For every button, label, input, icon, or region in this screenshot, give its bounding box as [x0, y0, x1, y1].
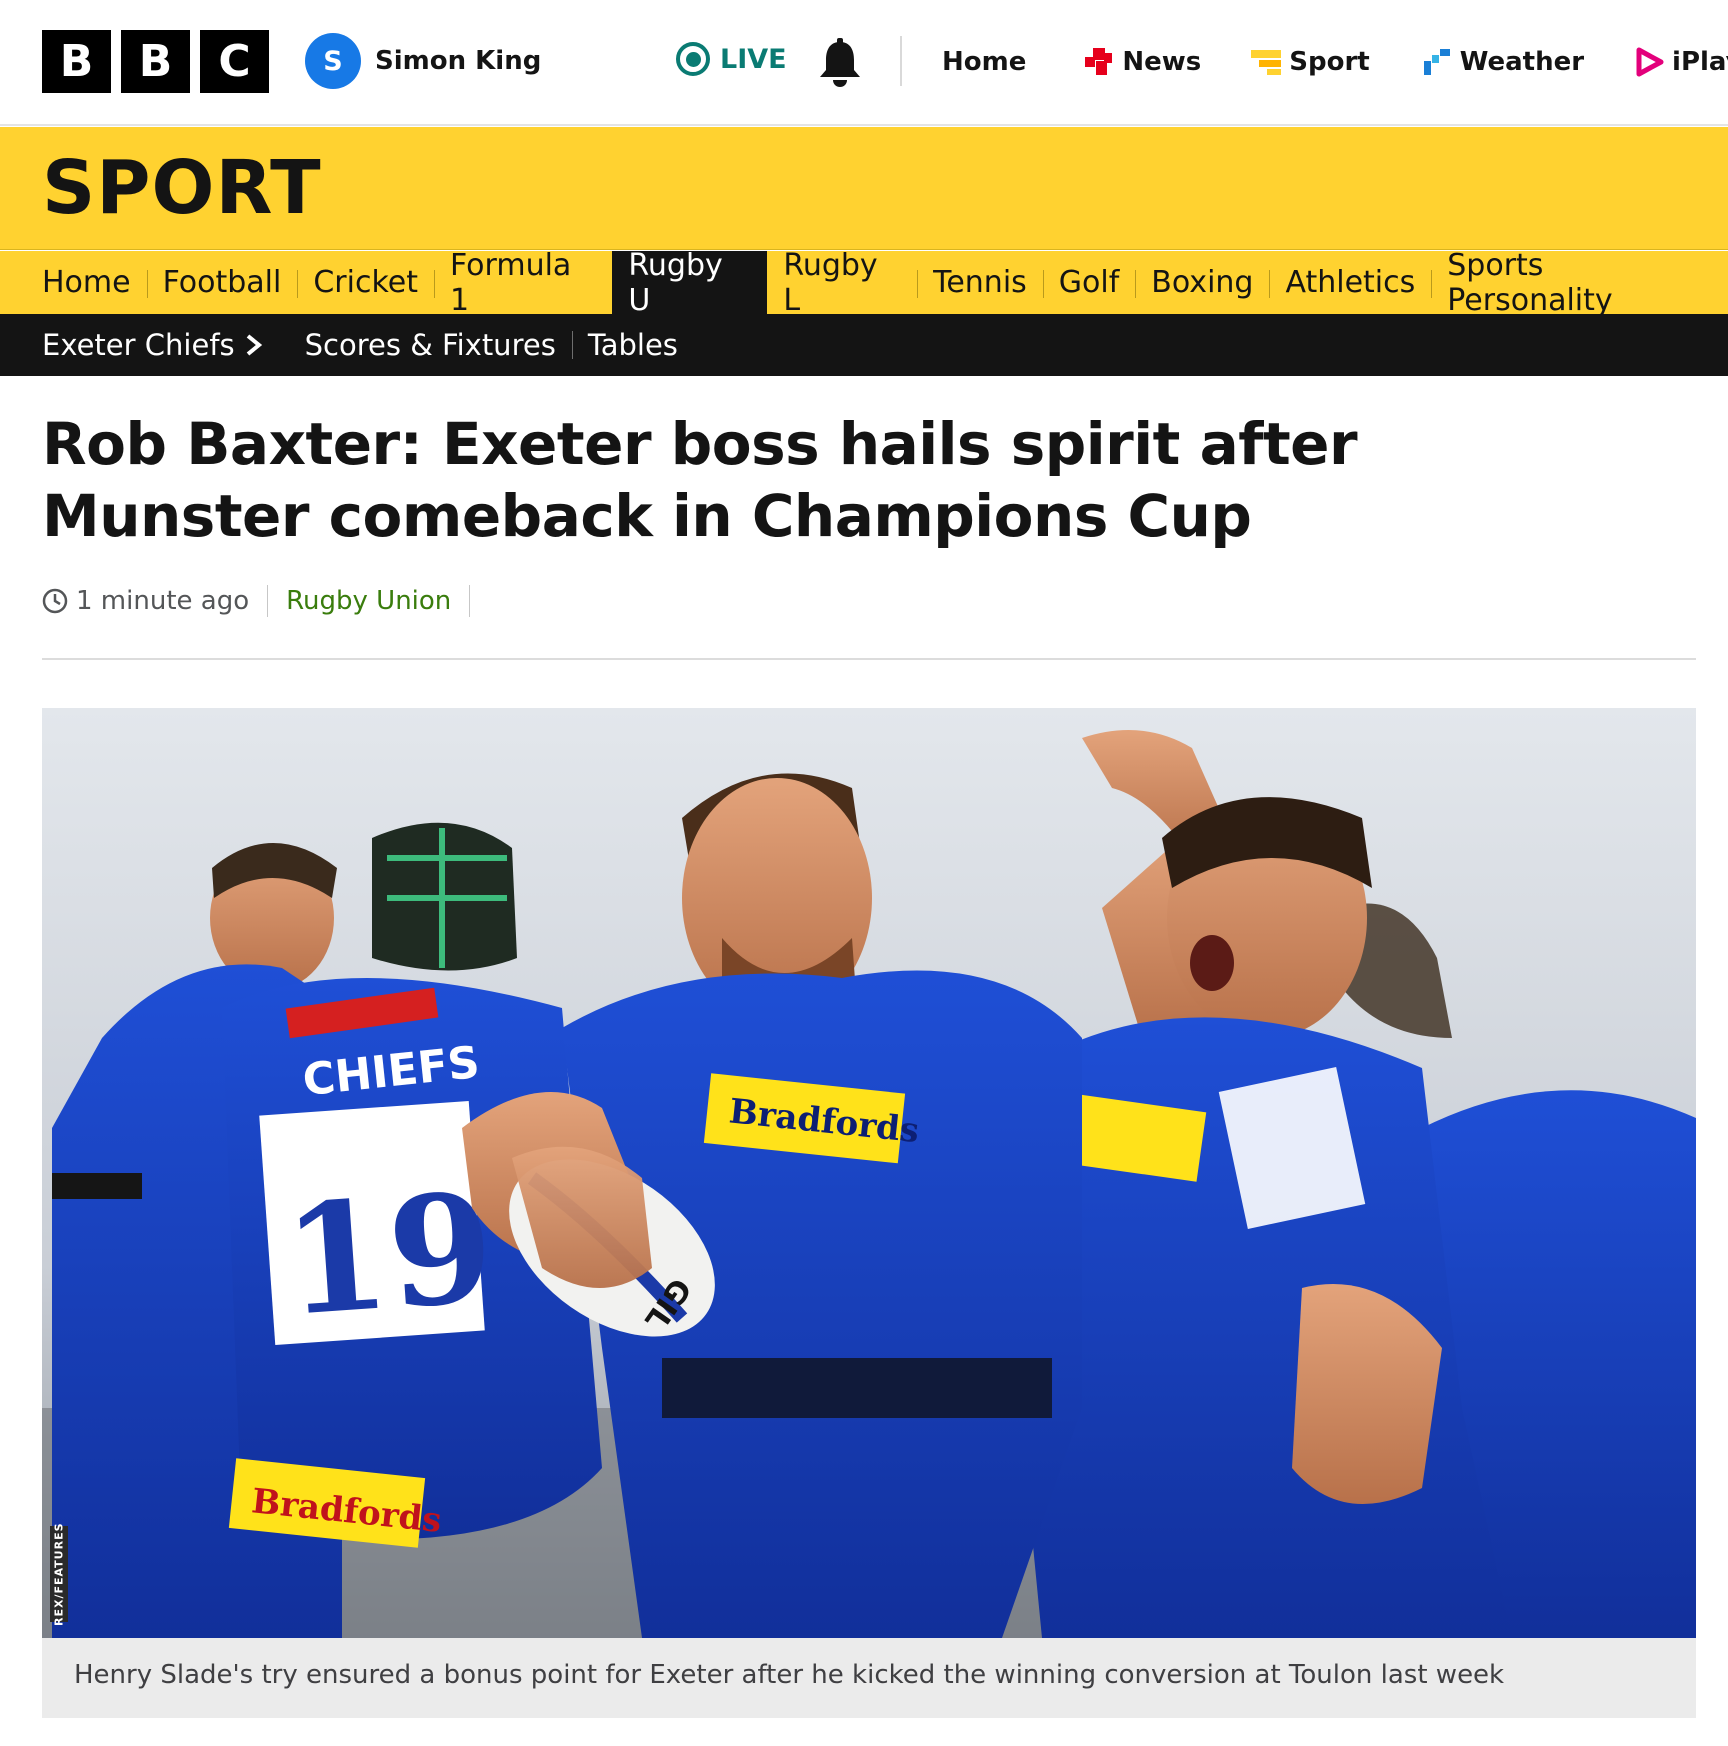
team-link-exeter-chiefs[interactable]: Exeter Chiefs	[42, 314, 289, 376]
sport-nav-tennis[interactable]: Tennis	[917, 251, 1043, 314]
global-nav-label: iPlayer	[1672, 47, 1728, 77]
avatar: S	[305, 33, 361, 89]
team-name: Exeter Chiefs	[42, 328, 235, 362]
account-button[interactable]: S Simon King	[305, 33, 541, 89]
bbc-logo-block: B	[121, 30, 190, 93]
global-nav-label: Weather	[1459, 47, 1585, 77]
news-icon	[1085, 48, 1113, 75]
sport-icon	[1251, 50, 1282, 75]
clock-icon	[42, 588, 68, 614]
article-headline: Rob Baxter: Exeter boss hails spirit aft…	[42, 410, 1358, 550]
global-nav: Home News Sport Weather iPla	[942, 40, 1728, 84]
image-caption: Henry Slade's try ensured a bonus point …	[42, 1638, 1696, 1718]
global-nav-weather[interactable]: Weather	[1422, 40, 1584, 84]
article-timestamp: 1 minute ago	[42, 586, 267, 616]
global-nav-label: Sport	[1289, 47, 1370, 77]
sport-masthead: SPORT	[0, 127, 1728, 250]
live-icon	[676, 42, 710, 76]
shirt-number-text: 19	[278, 1160, 499, 1350]
meta-divider	[469, 585, 471, 617]
hero-image: CHIEFS 19 Bradfords Bradfords GIL REX/FE…	[42, 708, 1696, 1638]
image-credit: REX/FEATURES	[50, 1522, 68, 1626]
hero-photo: CHIEFS 19 Bradfords Bradfords GIL	[42, 708, 1696, 1638]
live-label: LIVE	[720, 43, 787, 75]
notifications-bell-icon[interactable]	[816, 36, 864, 88]
global-nav-label: News	[1122, 47, 1202, 77]
global-nav-home[interactable]: Home	[942, 40, 1026, 84]
article-meta: 1 minute ago Rugby Union	[42, 584, 471, 618]
topic-link[interactable]: Rugby Union	[268, 586, 469, 616]
sport-nav-cricket[interactable]: Cricket	[297, 251, 434, 314]
team-sub-nav: Exeter Chiefs Scores & Fixtures Tables	[0, 314, 1728, 376]
sport-nav-rugby-union[interactable]: Rugby U	[612, 248, 768, 318]
sport-nav-football[interactable]: Football	[146, 251, 298, 314]
timestamp-text: 1 minute ago	[76, 586, 250, 616]
global-nav-label: Home	[942, 47, 1027, 77]
bbc-logo[interactable]: B B C	[42, 30, 269, 93]
sub-nav-scores-fixtures[interactable]: Scores & Fixtures	[289, 314, 572, 376]
global-header: B B C S Simon King LIVE Home News Sport …	[0, 0, 1728, 126]
header-divider	[900, 36, 902, 86]
sport-title[interactable]: SPORT	[42, 145, 322, 231]
weather-icon	[1423, 49, 1450, 75]
bbc-logo-block: B	[42, 30, 111, 93]
sport-nav-athletics[interactable]: Athletics	[1269, 251, 1431, 314]
sport-nav: Home Football Cricket Formula 1 Rugby U …	[0, 248, 1728, 318]
sport-nav-boxing[interactable]: Boxing	[1135, 251, 1269, 314]
global-nav-news[interactable]: News	[1084, 40, 1201, 84]
iplayer-icon	[1636, 47, 1664, 77]
sport-nav-golf[interactable]: Golf	[1042, 251, 1136, 314]
account-name: Simon King	[375, 46, 542, 76]
live-button[interactable]: LIVE	[676, 42, 787, 76]
sport-nav-sports-personality[interactable]: Sports Personality	[1431, 248, 1728, 318]
sport-nav-formula-1[interactable]: Formula 1	[434, 248, 612, 318]
chevron-right-icon	[246, 334, 262, 356]
sport-nav-home[interactable]: Home	[42, 251, 147, 314]
sub-nav-tables[interactable]: Tables	[571, 314, 694, 376]
sport-nav-rugby-league[interactable]: Rugby L	[767, 248, 917, 318]
bbc-logo-block: C	[200, 30, 269, 93]
global-nav-iplayer[interactable]: iPlayer	[1636, 40, 1728, 84]
article-divider	[42, 658, 1696, 660]
global-nav-sport[interactable]: Sport	[1251, 40, 1370, 84]
